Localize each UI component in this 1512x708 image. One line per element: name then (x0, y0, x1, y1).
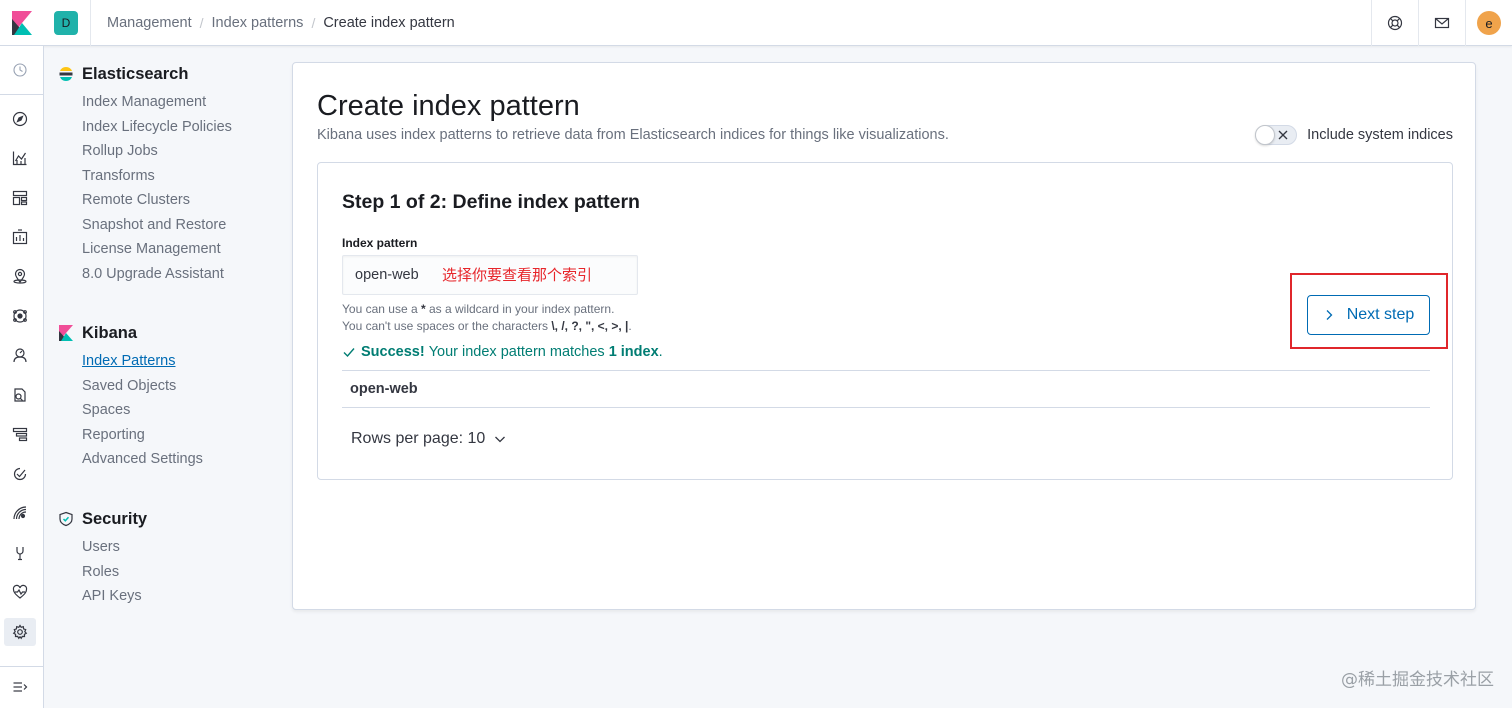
breadcrumb-current: Create index pattern (323, 14, 455, 31)
watermark: @稀土掘金技术社区 (1341, 670, 1494, 690)
breadcrumb-index-patterns[interactable]: Index patterns (212, 15, 304, 31)
nav-item-api-keys[interactable]: API Keys (82, 584, 147, 609)
kibana-logo-icon (58, 325, 74, 341)
nav-item-spaces[interactable]: Spaces (82, 398, 203, 423)
include-system-indices-toggle[interactable]: Include system indices (1255, 125, 1453, 145)
visualize-icon[interactable] (10, 148, 30, 168)
next-step-button[interactable]: Next step (1307, 295, 1430, 335)
breadcrumb-separator: / (199, 14, 204, 31)
rail-divider (0, 666, 43, 667)
nav-item-index-management[interactable]: Index Management (82, 90, 232, 115)
nav-item-users[interactable]: Users (82, 535, 147, 560)
recently-viewed-icon[interactable] (10, 60, 30, 80)
nav-item-remote-clusters[interactable]: Remote Clusters (82, 188, 232, 213)
nav-item-index-lifecycle-policies[interactable]: Index Lifecycle Policies (82, 115, 232, 140)
kibana-logo-icon[interactable] (0, 0, 44, 46)
management-icon[interactable] (10, 622, 30, 642)
uptime-icon[interactable] (10, 464, 30, 484)
rows-per-page-button[interactable]: Rows per page: 10 (351, 430, 507, 448)
elasticsearch-logo-icon (58, 66, 74, 82)
avatar: e (1477, 11, 1501, 35)
breadcrumb-separator: / (311, 14, 316, 31)
breadcrumb: Management / Index patterns / Create ind… (107, 15, 455, 31)
chevron-right-icon (1323, 308, 1335, 322)
help-menu-button[interactable] (1371, 0, 1418, 46)
apm-icon[interactable] (10, 424, 30, 444)
step-title: Step 1 of 2: Define index pattern (342, 191, 640, 213)
annotation-text: 选择你要查看那个索引 (442, 266, 593, 284)
nav-group-title: Elasticsearch (58, 63, 232, 85)
shield-icon (58, 511, 74, 527)
help-line-characters: You can't use spaces or the characters \… (342, 319, 632, 333)
nav-group-title: Security (58, 508, 147, 530)
nav-item-transforms[interactable]: Transforms (82, 164, 232, 189)
step-card: Step 1 of 2: Define index pattern Index … (317, 162, 1453, 480)
breadcrumb-management[interactable]: Management (107, 15, 192, 31)
nav-group-title: Kibana (58, 322, 203, 344)
header-divider (90, 0, 91, 46)
nav-item-saved-objects[interactable]: Saved Objects (82, 374, 203, 399)
mail-icon (1434, 17, 1450, 29)
nav-item-rollup-jobs[interactable]: Rollup Jobs (82, 139, 232, 164)
table-divider (342, 370, 1430, 371)
table-row: open-web (350, 381, 418, 397)
nav-group-security: Security Users Roles API Keys (58, 508, 147, 609)
monitoring-icon[interactable] (10, 582, 30, 602)
table-divider (342, 407, 1430, 408)
help-icon (1387, 15, 1403, 31)
index-pattern-label: Index pattern (342, 236, 418, 250)
close-icon (1277, 129, 1289, 145)
create-index-pattern-panel: Create index pattern Kibana uses index p… (292, 62, 1476, 610)
management-sidenav: Elasticsearch Index Management Index Lif… (44, 46, 290, 708)
nav-item-reporting[interactable]: Reporting (82, 423, 203, 448)
canvas-icon[interactable] (10, 227, 30, 247)
nav-item-snapshot-restore[interactable]: Snapshot and Restore (82, 213, 232, 238)
metrics-icon[interactable] (10, 345, 30, 365)
dock-navigation-icon[interactable] (10, 677, 30, 697)
siem-icon[interactable] (10, 503, 30, 523)
dev-tools-icon[interactable] (10, 543, 30, 563)
match-success-message: Success! Your index pattern matches 1 in… (342, 344, 663, 360)
toggle-switch[interactable] (1255, 125, 1298, 145)
user-menu-button[interactable]: e (1465, 0, 1512, 46)
nav-item-roles[interactable]: Roles (82, 560, 147, 585)
index-pattern-help: You can use a * as a wildcard in your in… (342, 301, 632, 335)
newsfeed-button[interactable] (1418, 0, 1465, 46)
logs-icon[interactable] (10, 385, 30, 405)
top-header: D Management / Index patterns / Create i… (0, 0, 1512, 46)
include-system-indices-label: Include system indices (1307, 127, 1453, 143)
maps-icon[interactable] (10, 266, 30, 286)
toggle-knob (1255, 125, 1276, 145)
rail-divider (0, 94, 43, 95)
page-description: Kibana uses index patterns to retrieve d… (317, 127, 949, 143)
dashboard-icon[interactable] (10, 188, 30, 208)
discover-icon[interactable] (10, 109, 30, 129)
nav-item-advanced-settings[interactable]: Advanced Settings (82, 447, 203, 472)
index-pattern-value: open-web (355, 267, 419, 283)
left-nav-rail (0, 46, 44, 708)
nav-item-license-management[interactable]: License Management (82, 237, 232, 262)
space-avatar[interactable]: D (54, 10, 78, 35)
help-line-wildcard: You can use a * as a wildcard in your in… (342, 302, 615, 316)
nav-item-index-patterns[interactable]: Index Patterns (82, 349, 203, 374)
check-icon (342, 345, 356, 359)
chevron-down-icon (493, 432, 507, 446)
nav-item-upgrade-assistant[interactable]: 8.0 Upgrade Assistant (82, 262, 232, 287)
nav-group-kibana: Kibana Index Patterns Saved Objects Spac… (58, 322, 203, 472)
ml-icon[interactable] (10, 306, 30, 326)
page-title: Create index pattern (317, 90, 580, 122)
nav-group-elasticsearch: Elasticsearch Index Management Index Lif… (58, 63, 232, 286)
